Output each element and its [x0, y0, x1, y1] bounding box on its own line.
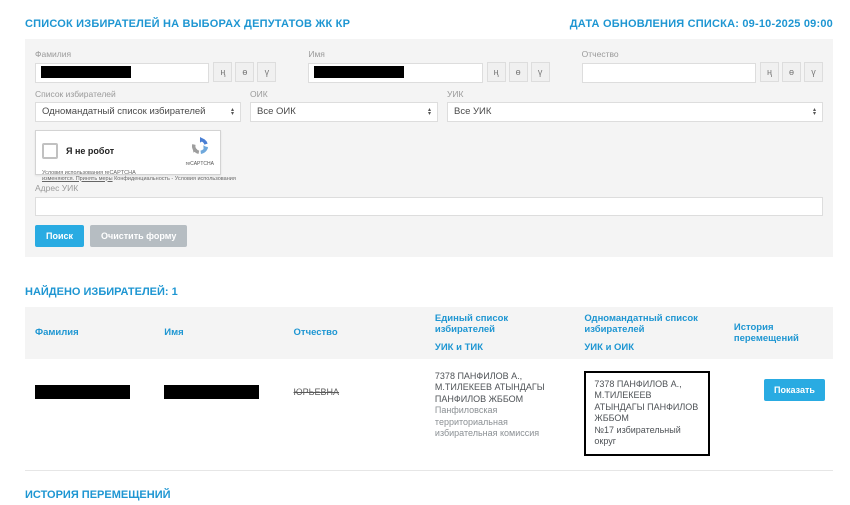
patronymic-value: ЮРЬЕВНА [294, 387, 417, 397]
col-single-mandate-list: Одномандатный список избирателей [584, 313, 715, 335]
uik-selected-value: Все УИК [454, 106, 491, 117]
clear-form-button[interactable]: Очистить форму [90, 225, 187, 247]
voter-search-page: СПИСОК ИЗБИРАТЕЛЕЙ НА ВЫБОРАХ ДЕПУТАТОВ … [0, 0, 850, 505]
letter-u-button[interactable]: ү [804, 62, 823, 82]
chevron-updown-icon: ▴▾ [231, 108, 234, 116]
letter-n-button[interactable]: ң [760, 62, 779, 82]
surname-kyrgyz-letter-buttons: ң ө ү [213, 62, 276, 83]
letter-o-button[interactable]: ө [235, 62, 254, 82]
name-redaction [314, 66, 404, 78]
letter-o-button[interactable]: ө [509, 62, 528, 82]
results-table: Фамилия Имя Отчество Единый список избир… [25, 307, 833, 471]
recaptcha-action-link[interactable]: изменяются. Принять меры [42, 176, 113, 182]
search-form-panel: Фамилия ң ө ү Имя [25, 39, 833, 257]
patronymic-label: Отчество [582, 49, 823, 59]
recaptcha-checkbox[interactable] [42, 143, 58, 159]
uik-label: УИК [447, 89, 823, 99]
show-button[interactable]: Показать [764, 379, 825, 401]
name-redacted-value [164, 385, 259, 399]
col-name: Имя [164, 327, 275, 338]
letter-u-button[interactable]: ү [531, 62, 550, 82]
voter-list-label: Список избирателей [35, 89, 241, 99]
top-bar: СПИСОК ИЗБИРАТЕЛЕЙ НА ВЫБОРАХ ДЕПУТАТОВ … [25, 18, 833, 30]
recaptcha-icon [191, 137, 209, 160]
letter-n-button[interactable]: ң [213, 62, 232, 82]
col-patronymic: Отчество [294, 327, 417, 338]
single-mandate-uik: 7378 ПАНФИЛОВ А., М.ТИЛЕКЕЕВ АТЫНДАГЫ ПА… [594, 379, 699, 425]
unified-list-uik: 7378 ПАНФИЛОВ А., М.ТИЛЕКЕЕВ АТЫНДАГЫ ПА… [435, 371, 566, 406]
name-kyrgyz-letter-buttons: ң ө ү [487, 62, 550, 83]
uik-address-label: Адрес УИК [35, 183, 823, 193]
patronymic-input[interactable] [582, 63, 756, 83]
uik-address-input[interactable] [35, 197, 823, 216]
name-fields-row: Фамилия ң ө ү Имя [35, 49, 823, 83]
chevron-updown-icon: ▴▾ [428, 108, 431, 116]
surname-redacted-value [35, 385, 130, 399]
movement-history-title: ИСТОРИЯ ПЕРЕМЕЩЕНИЙ [25, 489, 833, 501]
oik-label: ОИК [250, 89, 438, 99]
recaptcha-checkbox-label: Я не робот [66, 146, 186, 156]
recaptcha-brand-label: reCAPTCHA [186, 161, 214, 167]
results-table-header: Фамилия Имя Отчество Единый список избир… [25, 307, 833, 359]
oik-selected-value: Все ОИК [257, 106, 296, 117]
recaptcha-widget: Я не робот [35, 130, 221, 175]
single-mandate-district: №17 избирательный округ [594, 425, 699, 448]
letter-o-button[interactable]: ө [782, 62, 801, 82]
recaptcha-terms-text: Условия использования reCAPTCHA изменяют… [42, 170, 214, 182]
surname-label: Фамилия [35, 49, 276, 59]
unified-list-tik: Панфиловская территориальная избирательн… [435, 405, 566, 440]
voter-list-selected-value: Одномандатный список избирателей [42, 106, 205, 117]
patronymic-kyrgyz-letter-buttons: ң ө ү [760, 62, 823, 83]
col-unified-list: Единый список избирателей [435, 313, 566, 335]
page-title: СПИСОК ИЗБИРАТЕЛЕЙ НА ВЫБОРАХ ДЕПУТАТОВ … [25, 18, 350, 30]
voter-list-select[interactable]: Одномандатный список избирателей ▴▾ [35, 102, 241, 122]
recaptcha-privacy-terms-links[interactable]: Конфиденциальность - Условия использован… [114, 176, 236, 182]
search-button[interactable]: Поиск [35, 225, 84, 247]
name-label: Имя [308, 49, 549, 59]
col-surname: Фамилия [35, 327, 146, 338]
list-update-date: ДАТА ОБНОВЛЕНИЯ СПИСКА: 09-10-2025 09:00 [570, 18, 833, 30]
voter-result-row: ЮРЬЕВНА 7378 ПАНФИЛОВ А., М.ТИЛЕКЕЕВ АТЫ… [25, 359, 833, 471]
chevron-updown-icon: ▴▾ [813, 108, 816, 116]
col-unified-list-sub: УИК и ТИК [435, 342, 566, 353]
oik-select[interactable]: Все ОИК ▴▾ [250, 102, 438, 122]
single-mandate-highlight-box: 7378 ПАНФИЛОВ А., М.ТИЛЕКЕЕВ АТЫНДАГЫ ПА… [584, 371, 709, 456]
letter-u-button[interactable]: ү [257, 62, 276, 82]
letter-n-button[interactable]: ң [487, 62, 506, 82]
col-movement-history: История перемещений [734, 322, 825, 344]
uik-select[interactable]: Все УИК ▴▾ [447, 102, 823, 122]
select-filters-row: Список избирателей Одномандатный список … [35, 89, 823, 122]
col-single-mandate-list-sub: УИК и ОИК [584, 342, 715, 353]
found-voters-title: НАЙДЕНО ИЗБИРАТЕЛЕЙ: 1 [25, 286, 833, 298]
surname-redaction [41, 66, 131, 78]
